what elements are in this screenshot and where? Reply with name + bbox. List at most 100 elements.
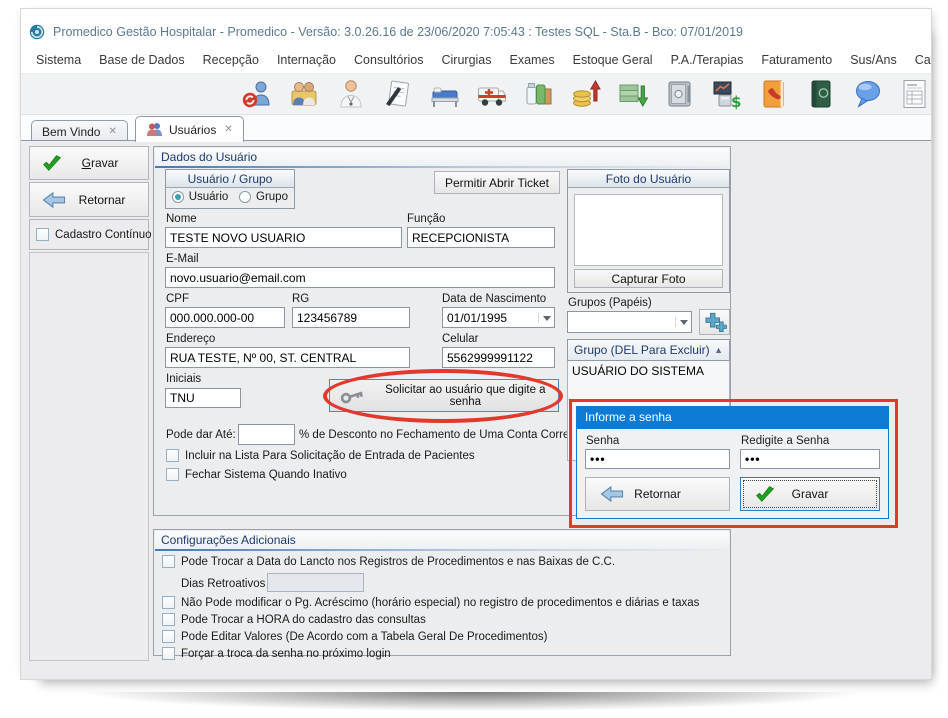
phone-book-icon[interactable] — [759, 78, 789, 110]
usuario-grupo-box: Usuário / Grupo Usuário Grupo — [165, 169, 295, 209]
solicitar-senha-label: Solicitar ao usuário que digite a senha — [373, 384, 558, 408]
dialog-retornar-label: Retornar — [634, 487, 681, 501]
usuario-grupo-title: Usuário / Grupo — [166, 170, 294, 188]
endereco-input[interactable] — [165, 347, 410, 368]
iniciais-input[interactable] — [165, 388, 241, 408]
menu-consultorios[interactable]: Consultórios — [345, 51, 432, 71]
foto-usuario-title: Foto do Usuário — [568, 170, 729, 188]
sync-user-icon[interactable] — [242, 78, 272, 110]
group-list-header[interactable]: Grupo (DEL Para Excluir) ▲ — [567, 339, 730, 361]
radio-grupo[interactable] — [239, 191, 251, 203]
dropdown-icon — [675, 317, 691, 327]
nome-input[interactable] — [165, 227, 402, 248]
cadastro-continuo-label: Cadastro Contínuo — [55, 229, 152, 241]
incluir-lista-row: Incluir na Lista Para Solicitação de Ent… — [166, 449, 475, 462]
config-adicionais-group: Configurações Adicionais Pode Trocar a D… — [153, 529, 731, 656]
menu-faturamento[interactable]: Faturamento — [752, 51, 841, 71]
trocar-hora-row: Pode Trocar a HORA do cadastro das consu… — [162, 613, 426, 626]
tab-usuarios[interactable]: Usuários ✕ — [135, 116, 244, 142]
capturar-foto-button[interactable]: Capturar Foto — [574, 269, 723, 288]
grupos-papeis-label: Grupos (Papéis) — [568, 297, 652, 309]
incluir-lista-label: Incluir na Lista Para Solicitação de Ent… — [185, 450, 475, 462]
back-arrow-icon — [42, 192, 66, 208]
redigite-senha-input[interactable] — [740, 449, 880, 469]
adicionar-grupo-button[interactable] — [699, 309, 730, 335]
funcao-label: Função — [407, 213, 445, 225]
menu-estoque-geral[interactable]: Estoque Geral — [564, 51, 662, 71]
celular-input[interactable] — [442, 347, 555, 368]
tab-usuarios-label: Usuários — [169, 123, 216, 137]
screenshot-frame: Promedico Gestão Hospitalar - Promedico … — [0, 0, 948, 718]
retornar-button[interactable]: Retornar — [29, 182, 149, 217]
trocar-data-checkbox[interactable] — [162, 555, 175, 568]
menu-bar: Sistema Base de Dados Recepção Internaçã… — [27, 51, 932, 71]
menu-sus-ans[interactable]: Sus/Ans — [841, 51, 906, 71]
menu-pa-terapias[interactable]: P.A./Terapias — [662, 51, 753, 71]
rg-input[interactable] — [292, 307, 410, 328]
app-logo-icon — [29, 24, 45, 40]
editar-valores-checkbox[interactable] — [162, 630, 175, 643]
email-input[interactable] — [165, 267, 555, 288]
cadastro-continuo-checkbox[interactable] — [36, 228, 49, 241]
data-nascimento-label: Data de Nascimento — [442, 293, 546, 305]
document-pen-icon[interactable] — [383, 78, 413, 110]
funcao-input[interactable] — [407, 227, 555, 248]
dialog-retornar-button[interactable]: Retornar — [585, 477, 730, 511]
ambulance-icon[interactable] — [477, 78, 507, 110]
nao-pode-modificar-label: Não Pode modificar o Pg. Acréscimo (horá… — [181, 597, 699, 609]
chat-bubble-icon[interactable] — [853, 78, 883, 110]
forcar-troca-senha-checkbox[interactable] — [162, 647, 175, 660]
menu-internacao[interactable]: Internação — [268, 51, 345, 71]
menu-exames[interactable]: Exames — [501, 51, 564, 71]
data-nascimento-value: 01/01/1995 — [447, 311, 507, 325]
grupos-combo[interactable] — [567, 311, 692, 333]
add-plus-icon — [703, 312, 727, 332]
email-label: E-Mail — [166, 253, 199, 265]
sidebar-panel — [29, 252, 149, 661]
cpf-input[interactable] — [165, 307, 285, 328]
solicitar-senha-button[interactable]: Solicitar ao usuário que digite a senha — [329, 379, 559, 412]
finance-calculator-icon[interactable]: $ — [712, 78, 742, 110]
users-folder-icon[interactable] — [289, 78, 319, 110]
hospital-bed-icon[interactable] — [430, 78, 460, 110]
config-adicionais-title: Configurações Adicionais — [155, 531, 729, 549]
money-down-icon[interactable] — [618, 78, 648, 110]
desconto-input[interactable] — [238, 424, 295, 445]
gravar-button[interactable]: Gravar — [29, 146, 149, 180]
menu-base-de-dados[interactable]: Base de Dados — [90, 51, 193, 71]
group-list-item[interactable]: USUÁRIO DO SISTEMA — [568, 361, 729, 381]
forcar-troca-senha-row: Forçar a troca da senha no próximo login — [162, 647, 391, 660]
report-icon[interactable] — [900, 78, 930, 110]
trocar-hora-checkbox[interactable] — [162, 613, 175, 626]
menu-sistema[interactable]: Sistema — [27, 51, 90, 71]
photo-preview — [574, 194, 723, 266]
coins-up-icon[interactable] — [571, 78, 601, 110]
fechar-sistema-checkbox[interactable] — [166, 468, 179, 481]
check-icon — [42, 155, 62, 172]
menu-recepcao[interactable]: Recepção — [194, 51, 268, 71]
check-icon — [755, 486, 775, 503]
page-drop-shadow — [6, 692, 942, 716]
book-icon[interactable] — [806, 78, 836, 110]
editar-valores-row: Pode Editar Valores (De Acordo com a Tab… — [162, 630, 547, 643]
gravar-button-label: Gravar — [62, 156, 148, 170]
fechar-sistema-label: Fechar Sistema Quando Inativo — [185, 469, 347, 481]
tab-close-icon[interactable]: ✕ — [224, 124, 232, 135]
senha-input[interactable] — [585, 449, 730, 469]
dialog-gravar-button[interactable]: Gravar — [740, 477, 880, 511]
radio-usuario[interactable] — [172, 191, 184, 203]
data-nascimento-combo[interactable]: 01/01/1995 — [442, 307, 555, 328]
tab-close-icon[interactable]: ✕ — [108, 126, 116, 137]
permitir-abrir-ticket-button[interactable]: Permitir Abrir Ticket — [434, 171, 560, 194]
menu-cirurgias[interactable]: Cirurgias — [433, 51, 501, 71]
doctor-icon[interactable] — [336, 78, 366, 110]
nao-pode-modificar-checkbox[interactable] — [162, 596, 175, 609]
pharmacy-icon[interactable] — [524, 78, 554, 110]
forcar-troca-senha-label: Forçar a troca da senha no próximo login — [181, 648, 391, 660]
menu-caixa[interactable]: Caixa — [906, 51, 932, 71]
tab-bem-vindo[interactable]: Bem Vindo ✕ — [31, 120, 128, 142]
informe-senha-title: Informe a senha — [577, 407, 888, 429]
safe-icon[interactable] — [665, 78, 695, 110]
incluir-lista-checkbox[interactable] — [166, 449, 179, 462]
tab-bar: Bem Vindo ✕ Usuários ✕ — [21, 115, 932, 141]
